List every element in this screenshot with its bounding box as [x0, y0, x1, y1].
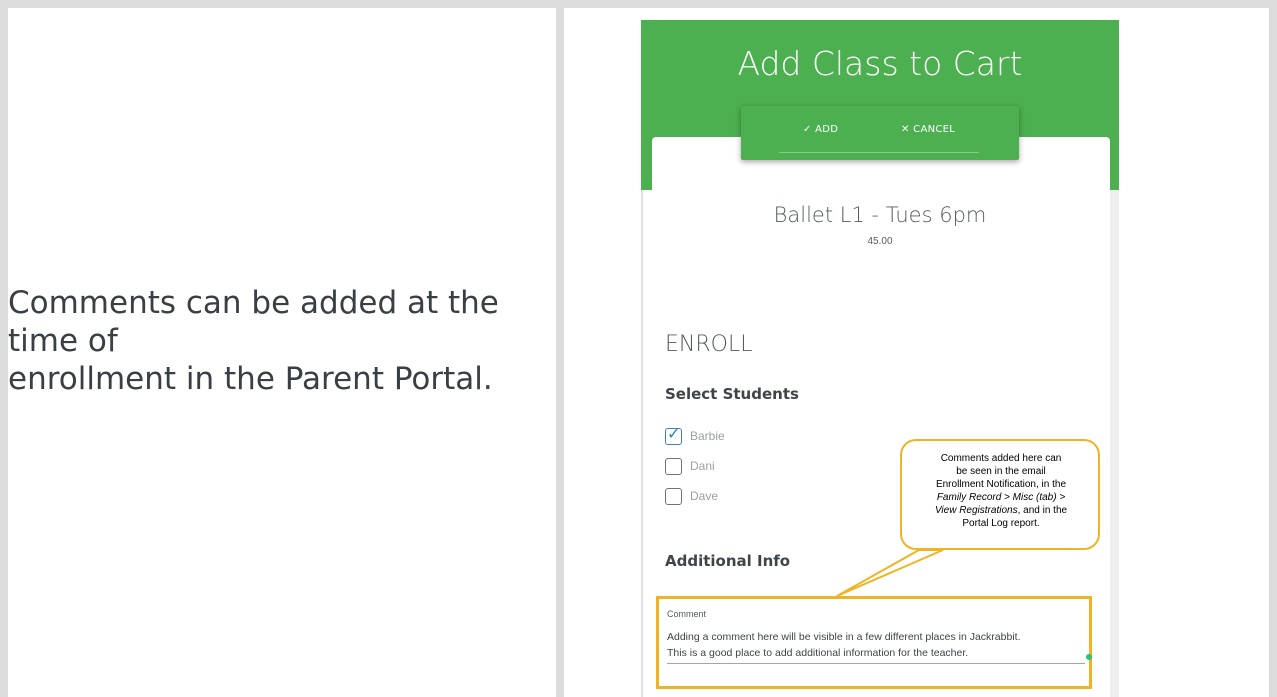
callout-line: View Registrations, and in the — [908, 504, 1094, 517]
table-border-divider — [556, 0, 564, 697]
callout-line: Comments added here can — [940, 453, 1062, 464]
description-text: Comments can be added at the time of enr… — [8, 284, 553, 398]
callout-line: be seen in the email — [956, 466, 1046, 477]
description-line: enrollment in the Parent Portal. — [8, 361, 493, 397]
description-line: Comments can be added at the — [8, 285, 499, 321]
callout-suffix: , and in the — [1017, 505, 1068, 516]
callout-pointer — [836, 549, 944, 597]
add-class-dialog-screenshot: Add Class to Cart ✓ ADD ✕ CANCEL Ballet … — [641, 20, 1119, 697]
callout-line: Family Record > Misc (tab) > — [936, 492, 1066, 503]
table-border-top — [0, 0, 1277, 8]
callout-text: Comments added here can be seen in the e… — [908, 452, 1094, 530]
table-border-left — [0, 0, 8, 697]
callout-italic: View Registrations — [934, 505, 1018, 516]
callout-line: Enrollment Notification, in the — [935, 479, 1067, 490]
description-line: time of — [8, 323, 118, 359]
callout-bubble: Comments added here can be seen in the e… — [900, 439, 1100, 550]
table-border-right — [1269, 0, 1277, 697]
callout-line: Portal Log report. — [962, 518, 1040, 529]
